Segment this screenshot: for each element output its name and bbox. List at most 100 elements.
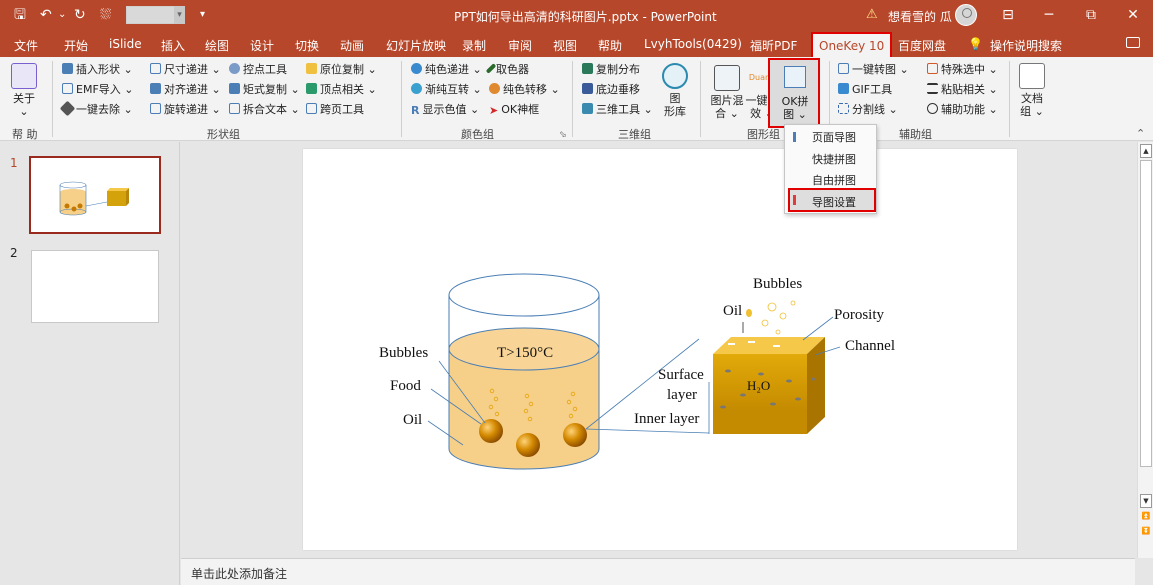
customize-quick-access-icon[interactable]: ▾ xyxy=(200,6,205,24)
grid-icon xyxy=(838,103,849,114)
comment-icon[interactable] xyxy=(1126,37,1140,48)
tab-onekey[interactable]: OneKey 10 xyxy=(811,32,893,57)
rotate-step-button[interactable]: 旋转递进 ⌄ xyxy=(150,103,221,117)
paste-related-button[interactable]: 粘贴相关 ⌄ xyxy=(927,83,998,97)
insert-shape-icon xyxy=(62,63,73,74)
undo-icon[interactable]: ↶ xyxy=(40,6,52,24)
tab-transitions[interactable]: 切换 xyxy=(295,37,319,54)
color-group-label: 颜色组 xyxy=(461,128,494,141)
doc-group-label: 文档 组 ⌄ xyxy=(1020,92,1044,118)
food-ball xyxy=(563,423,587,447)
tab-foxit-pdf[interactable]: 福昕PDF xyxy=(750,37,797,54)
size-step-icon xyxy=(150,63,161,74)
redo-icon[interactable]: ↻ xyxy=(74,6,86,24)
solid-step-button[interactable]: 纯色递进 ⌄ xyxy=(411,63,482,77)
help-group-label: 帮 助 xyxy=(12,128,38,141)
gif-tool-button[interactable]: GIF工具 xyxy=(838,83,892,97)
font-size-dropdown-icon[interactable]: ▾ xyxy=(174,6,185,24)
tab-help[interactable]: 帮助 xyxy=(598,37,622,54)
gradient-convert-button[interactable]: 渐纯互转 ⌄ xyxy=(411,83,482,97)
tab-lvyhtools[interactable]: LvyhTools(0429) xyxy=(644,37,742,51)
matrix-copy-label: 矩式复制 ⌄ xyxy=(243,83,300,96)
user-name[interactable]: 想看雪的 瓜 xyxy=(888,8,952,25)
save-icon[interactable]: 🖫 xyxy=(14,6,26,24)
color-picker-button[interactable]: 取色器 xyxy=(485,63,529,77)
slide-canvas[interactable]: T>150°C Bubbles Food Oil Bubbles Oil Por… xyxy=(303,149,1017,550)
in-place-copy-button[interactable]: 原位复制 ⌄ xyxy=(306,63,377,77)
ok-frame-button[interactable]: ➤ OK神框 xyxy=(489,103,539,117)
color-transfer-button[interactable]: 纯色转移 ⌄ xyxy=(489,83,560,97)
about-arrow: ⌄ xyxy=(19,105,29,118)
size-step-label: 尺寸递进 ⌄ xyxy=(164,63,221,76)
menu-item-page-export[interactable]: 页面导图 xyxy=(812,129,856,145)
threed-tools-button[interactable]: 三维工具 ⌄ xyxy=(582,103,653,117)
tab-home[interactable]: 开始 xyxy=(64,37,88,54)
tab-insert[interactable]: 插入 xyxy=(161,37,185,54)
tab-view[interactable]: 视图 xyxy=(553,37,577,54)
tab-islide[interactable]: iSlide xyxy=(109,37,142,51)
presentation-icon[interactable]: ⛆ xyxy=(100,6,111,24)
menu-item-export-settings[interactable]: 导图设置 xyxy=(788,188,876,212)
tab-slideshow[interactable]: 幻灯片放映 xyxy=(386,37,446,54)
tab-design[interactable]: 设计 xyxy=(250,37,274,54)
menu-item-free-collage[interactable]: 自由拼图 xyxy=(812,172,856,188)
matrix-copy-button[interactable]: 矩式复制 ⌄ xyxy=(229,83,300,97)
close-icon[interactable]: ✕ xyxy=(1120,3,1146,27)
warning-icon[interactable]: ⚠ xyxy=(866,7,878,22)
special-select-button[interactable]: 特殊选中 ⌄ xyxy=(927,63,998,77)
cross-page-button[interactable]: 跨页工具 xyxy=(306,103,364,117)
slide-thumbnails-pane: 1 2 xyxy=(0,142,180,585)
insert-shape-button[interactable]: 插入形状 ⌄ xyxy=(62,63,133,77)
show-color-value-button[interactable]: R 显示色值 ⌄ xyxy=(411,103,479,117)
doc-group-button[interactable]: 文档 组 ⌄ xyxy=(1014,63,1050,118)
minimize-icon[interactable]: ─ xyxy=(1036,3,1062,27)
prev-slide-icon[interactable]: ⏫ xyxy=(1140,510,1152,524)
shape-library-button[interactable]: 图 形库 xyxy=(660,63,690,118)
control-point-label: 控点工具 xyxy=(243,63,287,76)
scroll-up-icon[interactable]: ▲ xyxy=(1140,144,1152,158)
aux-function-button[interactable]: 辅助功能 ⌄ xyxy=(927,103,998,117)
remove-button[interactable]: 一键去除 ⌄ xyxy=(59,100,133,117)
slide-thumbnail-1[interactable] xyxy=(29,156,161,234)
avatar[interactable] xyxy=(955,4,977,26)
maximize-icon[interactable]: ⧉ xyxy=(1078,3,1104,27)
split-text-button[interactable]: 拆合文本 ⌄ xyxy=(229,103,300,117)
tab-animations[interactable]: 动画 xyxy=(340,37,364,54)
one-click-convert-button[interactable]: 一键转图 ⌄ xyxy=(838,63,909,77)
ok-pinjie-button[interactable]: OK拼 图 ⌄ xyxy=(768,58,820,128)
tab-record[interactable]: 录制 xyxy=(462,37,486,54)
size-step-button[interactable]: 尺寸递进 ⌄ xyxy=(150,63,221,77)
about-button[interactable]: 关于 ⌄ xyxy=(6,63,42,118)
color-group-launcher-icon[interactable]: ⬂ xyxy=(559,128,567,142)
paste-related-label: 粘贴相关 ⌄ xyxy=(941,83,998,96)
scroll-down-icon[interactable]: ▼ xyxy=(1140,494,1152,508)
emf-import-button[interactable]: EMF导入 ⌄ xyxy=(62,83,133,97)
group-divider xyxy=(52,61,53,137)
slide-thumbnail-2[interactable] xyxy=(31,250,159,323)
tab-review[interactable]: 审阅 xyxy=(508,37,532,54)
bubbles-label-right: Bubbles xyxy=(753,276,803,292)
one-click-convert-label: 一键转图 ⌄ xyxy=(852,63,909,76)
divider-line-button[interactable]: 分割线 ⌄ xyxy=(838,103,898,117)
oil-label-left: Oil xyxy=(403,412,423,428)
scroll-thumb[interactable] xyxy=(1140,160,1152,467)
collapse-ribbon-icon[interactable]: ⌃ xyxy=(1136,127,1145,141)
align-step-button[interactable]: 对齐递进 ⌄ xyxy=(150,83,221,97)
tell-me-search[interactable]: 操作说明搜索 xyxy=(990,37,1062,54)
copy-distribute-button[interactable]: 复制分布 xyxy=(582,63,640,77)
next-slide-icon[interactable]: ⏬ xyxy=(1140,525,1152,539)
undo-dropdown-icon[interactable]: ⌄ xyxy=(58,6,66,24)
notes-pane[interactable]: 单击此处添加备注 xyxy=(181,558,1135,585)
ribbon-display-icon[interactable]: ⊟ xyxy=(995,3,1021,27)
vertical-scrollbar[interactable]: ▲ ▼ ⏫ ⏬ xyxy=(1137,142,1153,558)
tab-baidu[interactable]: 百度网盘 xyxy=(898,37,946,54)
vertex-button[interactable]: 顶点相关 ⌄ xyxy=(306,83,377,97)
tab-draw[interactable]: 绘图 xyxy=(205,37,229,54)
menu-item-quick-collage[interactable]: 快捷拼图 xyxy=(812,151,856,167)
bottom-move-button[interactable]: 底边垂移 xyxy=(582,83,640,97)
tab-file[interactable]: 文件 xyxy=(14,37,38,54)
image-mix-button[interactable]: 图片混 合 ⌄ xyxy=(706,65,748,120)
solid-step-icon xyxy=(411,63,422,74)
control-point-button[interactable]: 控点工具 xyxy=(229,63,287,77)
ok-frame-icon: ➤ xyxy=(489,104,499,117)
